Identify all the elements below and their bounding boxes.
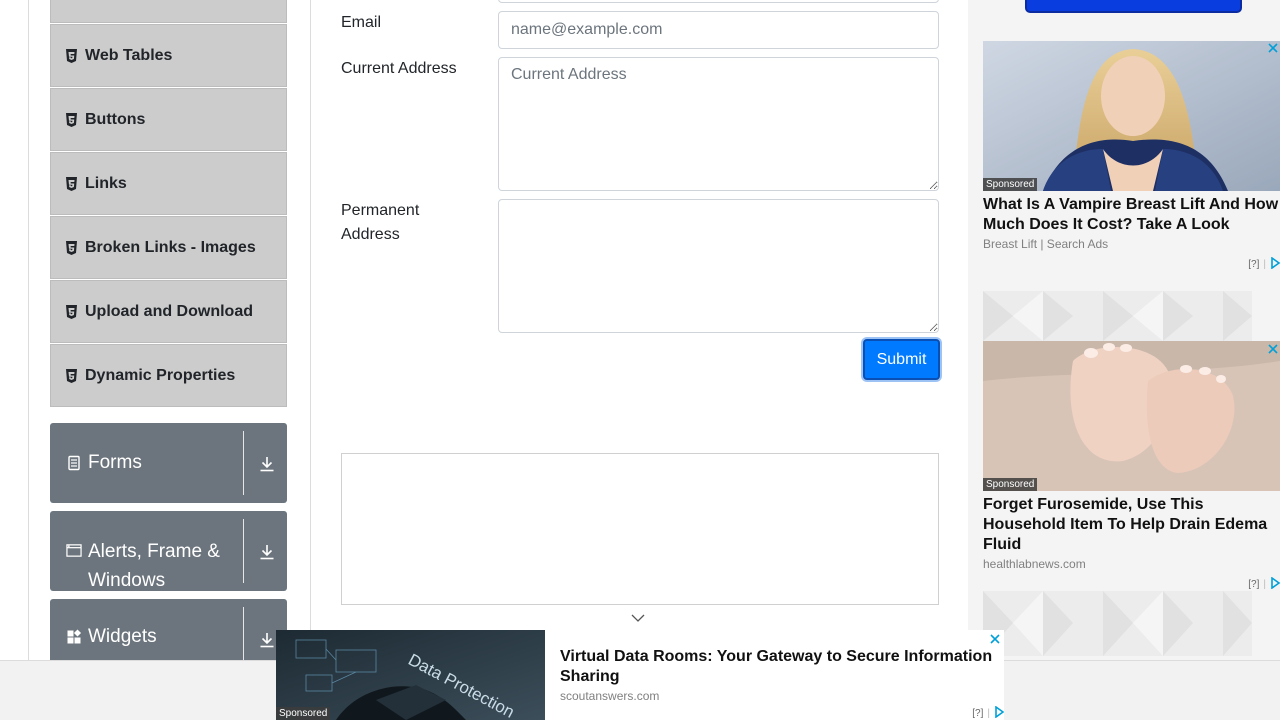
sponsored-badge: Sponsored <box>983 178 1038 191</box>
ad-title[interactable]: Forget Furosemide, Use This Household It… <box>983 495 1280 555</box>
ad-image: Sponsored <box>983 41 1280 191</box>
sidebar-item-dynamic-properties[interactable]: Dynamic Properties <box>50 344 287 407</box>
html5-icon <box>65 112 78 127</box>
html5-icon <box>65 304 78 319</box>
ad-source: Breast Lift | Search Ads <box>983 237 1109 251</box>
sidebar-item-label: Buttons <box>85 110 146 128</box>
permanent-address-field[interactable] <box>498 199 939 333</box>
permanent-address-label-line1: Permanent <box>341 202 420 219</box>
ad-info-link[interactable]: [?] <box>1248 259 1259 270</box>
ad-info-link[interactable]: [?] <box>972 708 983 719</box>
ad-pattern-panel <box>983 291 1252 341</box>
window-icon <box>66 543 82 559</box>
bottom-ad[interactable]: Data Protection Sponsored Virtual Data R… <box>276 630 1005 720</box>
sidebar-item-buttons[interactable]: Buttons <box>50 88 287 151</box>
sidebar-item-upload-download[interactable]: Upload and Download <box>50 280 287 343</box>
group-alerts-frame-windows[interactable]: Alerts, Frame & Windows <box>50 511 287 591</box>
adchoices-icon[interactable] <box>994 705 1005 720</box>
ad-meta[interactable]: [?] | <box>1248 256 1280 272</box>
ad-card-1[interactable]: Sponsored What Is A Vampire Breast Lift … <box>983 41 1280 251</box>
group-label: Forms <box>88 452 142 473</box>
widgets-icon <box>66 629 82 645</box>
current-address-field[interactable] <box>498 57 939 191</box>
sidebar-item-links[interactable]: Links <box>50 152 287 215</box>
sponsored-badge: Sponsored <box>983 478 1038 491</box>
sidebar-item-partial[interactable] <box>50 0 287 23</box>
divider <box>243 431 244 495</box>
email-label: Email <box>341 14 382 31</box>
ad-pattern-panel <box>983 591 1252 656</box>
permanent-address-label: Permanent Address <box>341 199 419 247</box>
sidebar-item-broken-links[interactable]: Broken Links - Images <box>50 216 287 279</box>
current-address-label: Current Address <box>341 60 457 77</box>
divider <box>243 519 244 583</box>
ad-card-2[interactable]: Sponsored Forget Furosemide, Use This Ho… <box>983 341 1280 571</box>
ad-image: Data Protection Sponsored <box>276 630 545 720</box>
ad-source: healthlabnews.com <box>983 557 1086 571</box>
group-forms[interactable]: Forms <box>50 423 287 503</box>
email-field[interactable] <box>498 11 939 49</box>
group-label: Alerts, Frame & Windows <box>88 537 220 595</box>
group-label-line1: Alerts, Frame & <box>88 541 220 562</box>
group-label: Widgets <box>88 626 157 647</box>
download-icon[interactable] <box>257 629 277 651</box>
sidebar-item-web-tables[interactable]: Web Tables <box>50 24 287 87</box>
ad-source: scoutanswers.com <box>560 689 660 703</box>
html5-icon <box>65 240 78 255</box>
html5-icon <box>65 368 78 383</box>
top-ad-button[interactable] <box>1025 0 1242 13</box>
previous-input-partial[interactable] <box>498 0 939 3</box>
ad-image: Sponsored <box>983 341 1280 491</box>
ad-meta[interactable]: [?] | <box>1248 576 1280 592</box>
ad-title[interactable]: What Is A Vampire Breast Lift And How Mu… <box>983 195 1280 235</box>
sidebar-item-label: Broken Links - Images <box>85 238 256 256</box>
sidebar-item-label: Links <box>85 174 127 192</box>
sidebar-item-label: Dynamic Properties <box>85 366 236 384</box>
ad-info-link[interactable]: [?] <box>1248 579 1259 590</box>
permanent-address-label-line2: Address <box>341 226 400 243</box>
adchoices-icon[interactable] <box>1270 256 1280 272</box>
adchoices-icon[interactable] <box>1270 576 1280 592</box>
sidebar-item-label: Web Tables <box>85 46 173 64</box>
ad-title[interactable]: Virtual Data Rooms: Your Gateway to Secu… <box>560 647 1000 687</box>
chevron-down-icon[interactable] <box>631 613 645 623</box>
download-icon[interactable] <box>257 453 277 475</box>
group-label-line2: Windows <box>88 570 166 591</box>
close-icon[interactable] <box>988 632 1002 646</box>
sidebar-item-label: Upload and Download <box>85 302 253 320</box>
ad-placeholder <box>341 453 939 605</box>
close-icon[interactable] <box>1266 41 1280 55</box>
close-icon[interactable] <box>1266 342 1280 356</box>
download-icon[interactable] <box>257 541 277 563</box>
submit-button[interactable]: Submit <box>863 339 940 380</box>
html5-icon <box>65 48 78 63</box>
ad-meta[interactable]: [?] | <box>972 705 1005 720</box>
html5-icon <box>65 176 78 191</box>
form-icon <box>66 455 82 471</box>
sponsored-badge: Sponsored <box>276 707 331 720</box>
